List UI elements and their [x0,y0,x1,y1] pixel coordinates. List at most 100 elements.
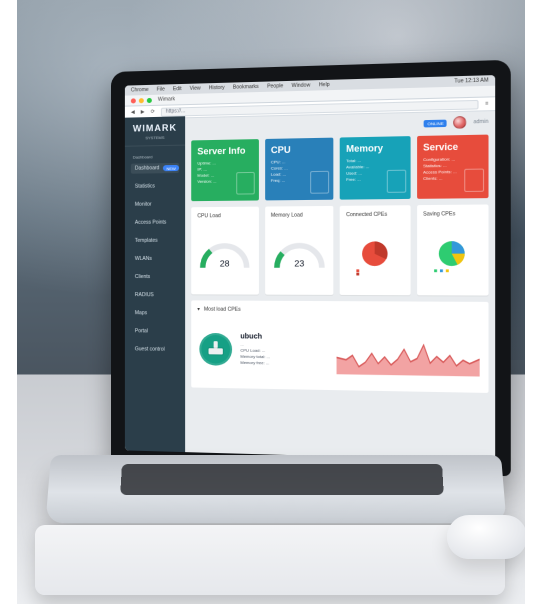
wimark-app: WIMARK SYSTEMS Dashboard Dashboard NEW S… [124,109,495,461]
avatar[interactable] [453,115,467,129]
card-service[interactable]: Service Configuration: ... Statistics: .… [416,134,489,199]
gauge-value: 23 [294,258,304,268]
external-keyboard [35,525,505,595]
sidebar-item-monitor[interactable]: Monitor [131,199,179,210]
widget-cpu-load[interactable]: CPU Load 28 [191,206,259,295]
card-watermark-icon [386,169,406,193]
load-chart-svg [336,324,480,377]
wide-header-icon: ▾ [197,306,200,313]
pie-svg [356,241,388,276]
sidebar-item-radius[interactable]: RADIUS [131,290,179,300]
topbar: ONLINE admin [191,115,489,135]
widget-title: Saving CPEs [423,211,456,218]
card-watermark-icon [310,170,330,194]
sidebar-item-label: Access Points [134,219,167,226]
os-menu-item-4[interactable]: View [190,85,201,91]
most-load-cpes: ▾ Most load CPEs ubuch ... CPU Load: ...… [191,300,489,393]
widget-title: Memory Load [270,212,303,219]
sidebar: WIMARK SYSTEMS Dashboard Dashboard NEW S… [124,116,186,453]
tab-label[interactable]: Wimark [158,96,175,102]
sidebar-item-clients[interactable]: Clients [131,272,179,282]
legend-swatch [445,269,449,273]
router-icon [199,332,233,366]
widget-connected-cpes[interactable]: Connected CPEs [339,205,411,296]
sidebar-item-maps[interactable]: Maps [131,308,179,318]
wide-header: ▾ Most load CPEs [197,307,482,315]
forward-icon[interactable]: ▶ [141,109,145,115]
sidebar-item-label: WLANs [134,255,152,262]
photo: Chrome File Edit View History Bookmarks … [17,0,525,604]
zoom-icon[interactable] [146,97,152,103]
card-title: Service [423,141,459,153]
sidebar-item-dashboard[interactable]: Dashboard NEW [130,162,180,174]
legend-swatch [356,272,360,276]
device-meta: ... [240,341,244,347]
card-cpu[interactable]: CPU CPU: ... Cores: ... Load: ... Freq: … [264,137,334,201]
close-icon[interactable] [130,97,136,103]
legend-swatch [439,269,443,273]
device-summary: ubuch ... CPU Load: ... Memory total: ..… [199,319,323,382]
card-title: Server Info [197,145,246,157]
gauge-fill [276,253,282,268]
summary-cards: Server Info Uptime: ... IP: ... Model: .… [191,134,489,202]
sidebar-item-templates[interactable]: Templates [131,236,179,246]
sidebar-item-label: Portal [134,328,148,335]
window-controls[interactable] [130,97,152,103]
gauge-value: 28 [220,258,230,268]
widget-memory-load[interactable]: Memory Load 23 [264,205,334,295]
sidebar-item-label: Statistics [134,183,155,190]
os-menu-item-3[interactable]: Edit [173,86,182,92]
menu-icon[interactable]: ≡ [485,101,488,107]
sidebar-item-label: Clients [134,274,151,281]
os-menu-item-1[interactable]: Chrome [131,87,149,94]
sidebar-item-label: Templates [134,237,158,244]
gauge-svg: 28 [197,225,252,288]
sidebar-item-label: RADIUS [134,292,154,299]
laptop-screen: Chrome File Edit View History Bookmarks … [124,75,496,461]
sidebar-item-wlans[interactable]: WLANs [131,254,179,264]
sidebar-item-access-points[interactable]: Access Points [131,217,179,227]
gauge-fill [203,251,211,268]
sidebar-item-label: Maps [134,310,148,317]
sidebar-item-label: Guest control [134,346,165,353]
device-info: ubuch ... CPU Load: ... Memory total: ..… [240,333,270,366]
device-name: ubuch [240,333,263,341]
os-menu-item-8[interactable]: Window [292,82,311,89]
gauge-memory: 23 [271,225,327,289]
card-server-info[interactable]: Server Info Uptime: ... IP: ... Model: .… [191,139,259,202]
pie-connected [346,224,403,289]
widget-title: CPU Load [197,213,221,220]
load-chart-area [336,344,480,377]
os-menu-item-9[interactable]: Help [319,82,330,89]
legend-swatch [433,269,437,273]
sidebar-section-title: Dashboard [132,154,153,160]
sidebar-item-statistics[interactable]: Statistics [131,181,179,192]
sidebar-item-portal[interactable]: Portal [131,326,179,337]
url-text: https://... [165,108,186,115]
sidebar-item-label: Dashboard [134,165,160,172]
os-menu-item-7[interactable]: People [267,83,283,90]
os-menu-item-6[interactable]: Bookmarks [233,84,259,91]
widget-saving-cpes[interactable]: Saving CPEs [416,204,489,296]
username[interactable]: admin [473,119,488,126]
sidebar-item-guest-control[interactable]: Guest control [131,344,179,355]
sidebar-item-pill: NEW [163,164,179,172]
pie-saving [423,224,482,290]
minimize-icon[interactable] [138,97,144,103]
card-watermark-icon [235,171,255,195]
brand-logo: WIMARK [132,122,178,134]
sidebar-nav: Dashboard NEW Statistics Monitor Access … [125,162,185,355]
load-chart [337,324,480,382]
status-badge: ONLINE [424,119,447,127]
widget-title: Connected CPEs [346,211,388,219]
mouse [447,515,525,559]
reload-icon[interactable]: ⟳ [151,109,155,115]
pie-slice-blue [451,241,465,254]
brand: WIMARK SYSTEMS [124,116,186,147]
card-memory[interactable]: Memory Total: ... Available: ... Used: .… [339,136,411,200]
back-icon[interactable]: ◀ [131,109,135,115]
os-menu-item-2[interactable]: File [157,86,165,92]
card-watermark-icon [464,168,485,193]
os-menu-item-5[interactable]: History [209,85,225,92]
brand-sub: SYSTEMS [145,134,165,140]
